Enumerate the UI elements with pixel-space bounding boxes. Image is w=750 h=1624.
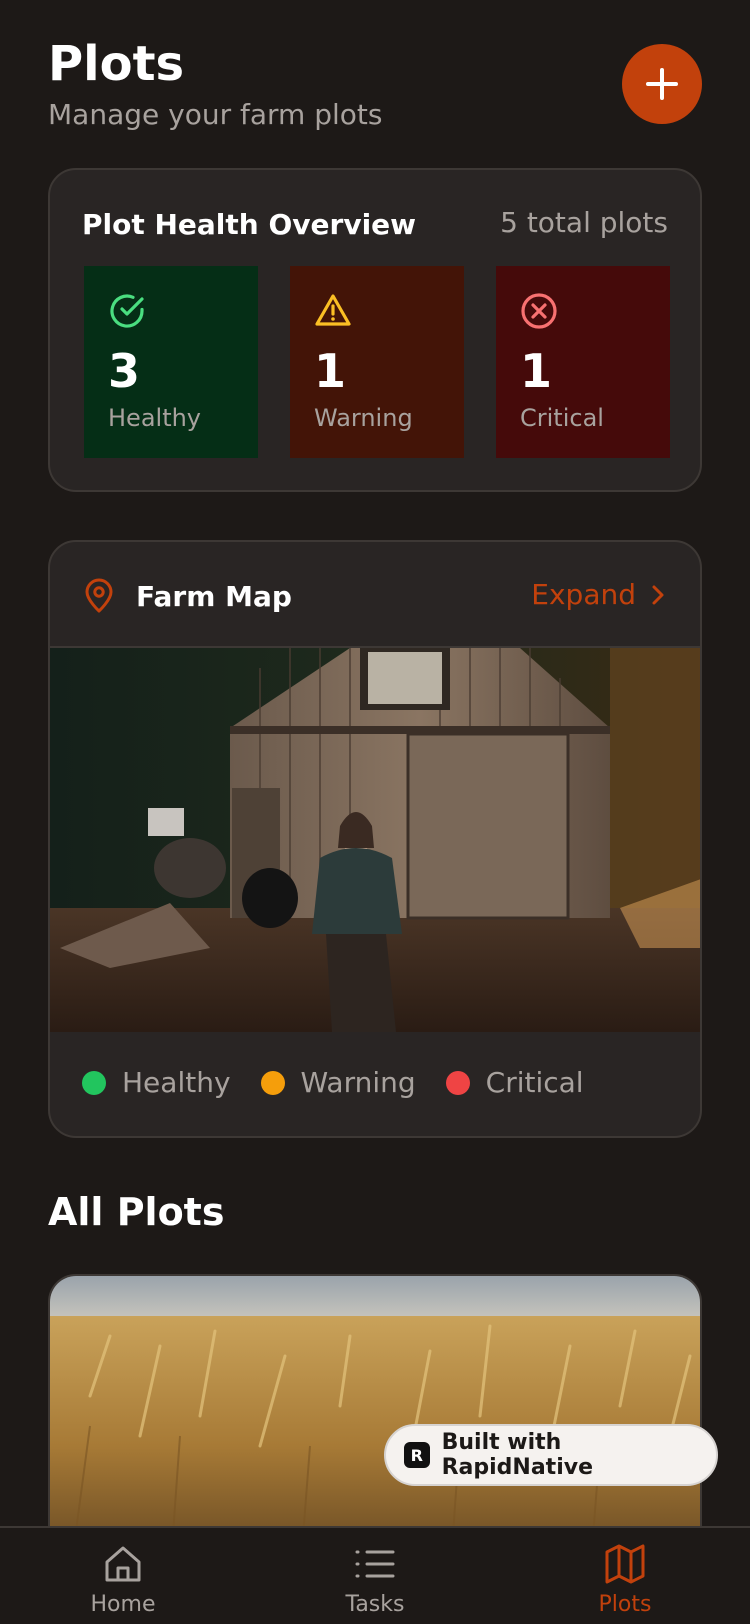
check-circle-icon bbox=[110, 294, 144, 328]
healthy-dot-icon bbox=[82, 1070, 106, 1095]
alert-triangle-icon bbox=[315, 294, 351, 326]
legend-healthy-label: Healthy bbox=[122, 1066, 231, 1099]
healthy-label: Healthy bbox=[108, 404, 202, 432]
healthy-count: 3 bbox=[108, 344, 141, 398]
legend-item-critical: Critical bbox=[445, 1066, 584, 1099]
nav-item-tasks[interactable]: Tasks bbox=[300, 1542, 450, 1617]
total-plots-count: 5 total plots bbox=[500, 206, 668, 239]
healthy-stat-tile[interactable]: 3 Healthy bbox=[84, 266, 258, 458]
nav-label-home: Home bbox=[90, 1592, 156, 1617]
legend-critical-label: Critical bbox=[485, 1066, 584, 1099]
legend-item-healthy: Healthy bbox=[82, 1066, 231, 1099]
list-icon bbox=[355, 1550, 395, 1578]
barn-photo bbox=[50, 648, 700, 1032]
built-with-badge[interactable]: R Built with RapidNative bbox=[384, 1424, 718, 1486]
map-pin-icon bbox=[85, 578, 113, 613]
critical-stat-tile[interactable]: 1 Critical bbox=[496, 266, 670, 458]
warning-label: Warning bbox=[314, 404, 413, 432]
rapidnative-logo-icon: R bbox=[404, 1442, 430, 1468]
farm-map-title: Farm Map bbox=[136, 580, 292, 613]
critical-label: Critical bbox=[520, 404, 604, 432]
expand-label: Expand bbox=[531, 578, 636, 611]
nav-item-home[interactable]: Home bbox=[48, 1542, 198, 1617]
nav-label-plots: Plots bbox=[598, 1592, 652, 1617]
nav-label-tasks: Tasks bbox=[345, 1592, 405, 1617]
warning-count: 1 bbox=[314, 344, 347, 398]
plus-icon bbox=[646, 68, 678, 100]
page-title: Plots bbox=[48, 36, 185, 92]
health-overview-title: Plot Health Overview bbox=[82, 208, 417, 241]
x-circle-icon bbox=[521, 293, 557, 329]
farm-map-header: Farm Map Expand bbox=[50, 542, 700, 648]
plots-screen: Plots Manage your farm plots Plot Health… bbox=[0, 0, 750, 1624]
map-legend: Healthy Warning Critical bbox=[82, 1066, 584, 1099]
farm-map-image[interactable] bbox=[50, 648, 700, 1032]
badge-label: Built with RapidNative bbox=[441, 1430, 593, 1480]
all-plots-title: All Plots bbox=[48, 1190, 225, 1234]
page-subtitle: Manage your farm plots bbox=[48, 98, 383, 131]
warning-stat-tile[interactable]: 1 Warning bbox=[290, 266, 464, 458]
home-icon bbox=[105, 1546, 141, 1582]
critical-dot-icon bbox=[445, 1070, 470, 1095]
critical-count: 1 bbox=[520, 344, 553, 398]
chevron-right-icon bbox=[652, 585, 664, 604]
bottom-nav: Home Tasks Plots bbox=[0, 1526, 750, 1624]
expand-map-button[interactable]: Expand bbox=[531, 578, 666, 611]
farm-map-card: Farm Map Expand Healthy Warning Critical bbox=[48, 540, 702, 1138]
add-plot-button[interactable] bbox=[622, 44, 702, 124]
legend-warning-label: Warning bbox=[300, 1066, 416, 1099]
nav-item-plots[interactable]: Plots bbox=[550, 1542, 700, 1617]
map-icon bbox=[605, 1544, 645, 1584]
warning-dot-icon bbox=[260, 1070, 285, 1095]
legend-item-warning: Warning bbox=[260, 1066, 416, 1099]
plot-health-overview-card: Plot Health Overview 5 total plots 3 Hea… bbox=[48, 168, 702, 492]
